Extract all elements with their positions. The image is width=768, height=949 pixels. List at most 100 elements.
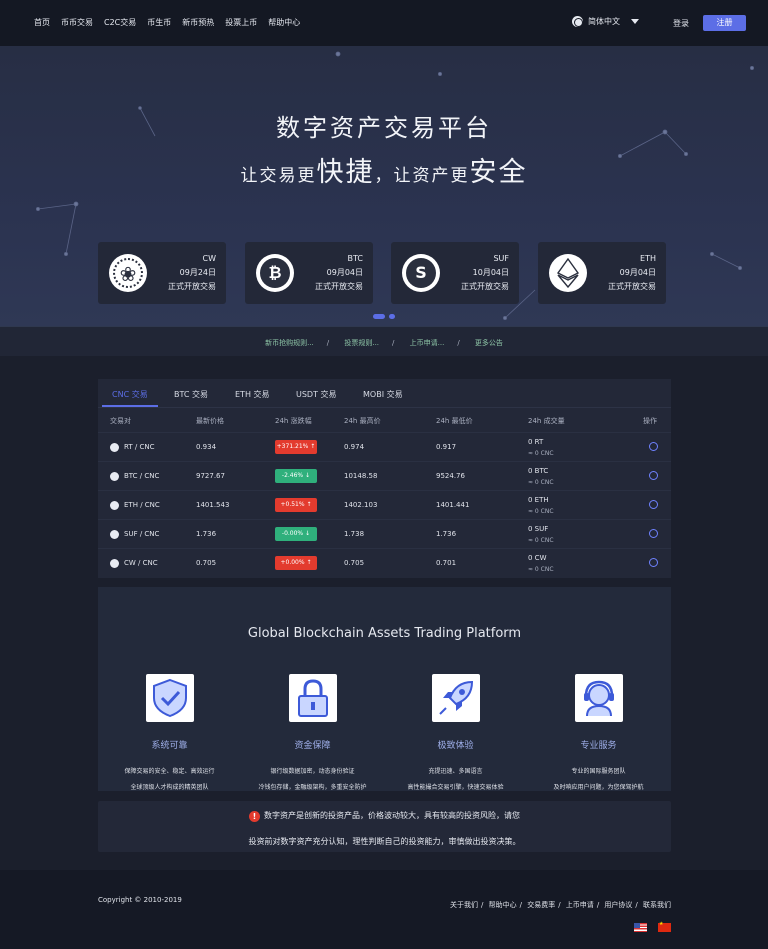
coin-card-eth[interactable]: ETH 09月04日 正式开放交易 bbox=[538, 242, 666, 304]
announcement-link[interactable]: 投票规则... bbox=[344, 339, 379, 347]
language-selector[interactable]: 简体中文 bbox=[572, 16, 639, 27]
coin-card-btc[interactable]: ₿ BTC 09月04日 正式开放交易 bbox=[245, 242, 373, 304]
footer: Copyright © 2010-2019 关于我们 / 帮助中心 / 交易费率 / … bbox=[0, 870, 768, 949]
trade-action-icon[interactable] bbox=[649, 442, 658, 451]
change-badge: -0.00% ↓ bbox=[275, 527, 317, 541]
tab-btc[interactable]: BTC 交易 bbox=[174, 389, 208, 400]
coin-card-cw[interactable]: ❀ CW 09月24日 正式开放交易 bbox=[98, 242, 226, 304]
cw-logo-icon: ❀ bbox=[109, 254, 147, 292]
feature-desc: 冷钱包存储，金融级架构，多重安全防护 bbox=[258, 784, 367, 791]
footer-link-help[interactable]: 帮助中心 bbox=[489, 901, 517, 909]
carousel-dot-active[interactable] bbox=[373, 314, 385, 319]
nav-links: 首页 币币交易 C2C交易 币生币 新币预热 投票上币 帮助中心 bbox=[34, 17, 300, 28]
high: 10148.58 bbox=[344, 472, 378, 480]
separator: / bbox=[326, 339, 330, 347]
coin-icon bbox=[110, 559, 119, 568]
top-nav: 首页 币币交易 C2C交易 币生币 新币预热 投票上币 帮助中心 简体中文 登录… bbox=[0, 0, 768, 46]
announcement-link[interactable]: 新币抢购规则... bbox=[265, 339, 314, 347]
hero-title: 数字资产交易平台 bbox=[276, 114, 492, 142]
coin-card-suf[interactable]: S SUF 10月04日 正式开放交易 bbox=[391, 242, 519, 304]
us-flag-icon[interactable] bbox=[634, 923, 647, 932]
table-row[interactable]: RT / CNC 0.934 +371.21% ↑ 0.974 0.917 0 … bbox=[98, 432, 671, 461]
trade-action-icon[interactable] bbox=[649, 529, 658, 538]
trade-action-icon[interactable] bbox=[649, 558, 658, 567]
col-price: 最新价格 bbox=[196, 417, 224, 425]
support-agent-icon bbox=[574, 674, 623, 722]
trade-action-icon[interactable] bbox=[649, 500, 658, 509]
coin-card-text: BTC 09月04日 正式开放交易 bbox=[315, 252, 363, 294]
change-badge: +0.51% ↑ bbox=[275, 498, 317, 512]
ethereum-icon bbox=[549, 254, 587, 292]
pair: RT / CNC bbox=[124, 443, 155, 451]
change-badge: +0.00% ↑ bbox=[275, 556, 317, 570]
hero-subtitle: 让交易更快捷，让资产更安全 bbox=[0, 150, 768, 189]
change-value: +0.51% bbox=[280, 501, 305, 508]
col-change: 24h 涨跌幅 bbox=[275, 417, 312, 425]
feature-name: 系统可靠 bbox=[151, 741, 188, 751]
nav-new-coin[interactable]: 新币预热 bbox=[182, 17, 214, 28]
feature-desc: 全球顶级人才构成的精英团队 bbox=[130, 784, 209, 791]
feature-desc: 保障交易的安全、稳定、高效运行 bbox=[124, 768, 215, 775]
hero-banner: 数字资产交易平台 让交易更快捷，让资产更安全 ❀ CW 09月24日 正式开放交… bbox=[0, 46, 768, 326]
coin-card-text: SUF 10月04日 正式开放交易 bbox=[461, 252, 509, 294]
login-link[interactable]: 登录 bbox=[673, 18, 689, 29]
active-tab-indicator bbox=[102, 405, 158, 407]
coin-icon bbox=[110, 443, 119, 452]
volume-cnc: ≈ 0 CNC bbox=[528, 508, 554, 515]
table-row[interactable]: BTC / CNC 9727.67 -2.46% ↓ 10148.58 9524… bbox=[98, 461, 671, 490]
table-row[interactable]: ETH / CNC 1401.543 +0.51% ↑ 1402.103 140… bbox=[98, 490, 671, 519]
footer-link-terms[interactable]: 用户协议 bbox=[604, 901, 632, 909]
nav-vote-listing[interactable]: 投票上币 bbox=[225, 17, 257, 28]
more-announcements-link[interactable]: 更多公告 bbox=[475, 339, 503, 347]
feature-desc: 专业的国际服务团队 bbox=[571, 768, 626, 775]
tab-cnc[interactable]: CNC 交易 bbox=[112, 389, 148, 400]
separator: / bbox=[392, 339, 395, 347]
col-volume: 24h 成交量 bbox=[528, 417, 565, 425]
coin-icon bbox=[110, 472, 119, 481]
globe-icon bbox=[572, 16, 583, 27]
announcement-link[interactable]: 上币申请... bbox=[410, 339, 445, 347]
nav-home[interactable]: 首页 bbox=[34, 17, 50, 28]
feature-name: 极致体验 bbox=[437, 741, 474, 751]
price: 1401.543 bbox=[196, 501, 230, 509]
table-row[interactable]: CW / CNC 0.705 +0.00% ↑ 0.705 0.701 0 CW… bbox=[98, 548, 671, 577]
coin-name: BTC bbox=[347, 254, 364, 263]
coin-card-text: ETH 09月04日 正式开放交易 bbox=[608, 252, 656, 294]
nav-c2c-trade[interactable]: C2C交易 bbox=[104, 17, 136, 28]
footer-link-listing[interactable]: 上币申请 bbox=[566, 901, 594, 909]
high: 0.705 bbox=[344, 559, 365, 567]
price: 0.705 bbox=[196, 559, 217, 567]
col-high: 24h 最高价 bbox=[344, 417, 381, 425]
tab-mobi[interactable]: MOBI 交易 bbox=[363, 389, 403, 400]
tab-usdt[interactable]: USDT 交易 bbox=[296, 389, 337, 400]
footer-link-contact[interactable]: 联系我们 bbox=[643, 901, 671, 909]
coin-card-text: CW 09月24日 正式开放交易 bbox=[168, 252, 216, 294]
volume: 0 SUF bbox=[528, 525, 549, 533]
footer-link-about[interactable]: 关于我们 bbox=[450, 901, 478, 909]
risk-warning: ! 数字资产是创新的投资产品，价格波动较大，具有较高的投资风险，请您 投资前对数字… bbox=[98, 801, 671, 852]
register-button[interactable]: 注册 bbox=[703, 15, 746, 31]
hero-subtitle-bold2: 安全 bbox=[469, 157, 528, 188]
announcement-links: 新币抢购规则... / 投票规则... / 上币申请... / 更多公告 bbox=[0, 338, 768, 348]
separator: / bbox=[596, 901, 600, 909]
coin-name: CW bbox=[202, 254, 217, 263]
copyright: Copyright © 2010-2019 bbox=[98, 896, 182, 904]
carousel-dot[interactable] bbox=[389, 314, 395, 319]
change-badge: -2.46% ↓ bbox=[275, 469, 317, 483]
change-badge: +371.21% ↑ bbox=[275, 440, 317, 454]
nav-coin-trade[interactable]: 币币交易 bbox=[61, 17, 93, 28]
nav-coin-earn[interactable]: 币生币 bbox=[147, 17, 171, 28]
footer-links: 关于我们 / 帮助中心 / 交易费率 / 上币申请 / 用户协议 / 联系我们 bbox=[450, 900, 671, 910]
high: 1402.103 bbox=[344, 501, 378, 509]
trade-action-icon[interactable] bbox=[649, 471, 658, 480]
tab-eth[interactable]: ETH 交易 bbox=[235, 389, 270, 400]
warning-icon: ! bbox=[249, 811, 260, 822]
bitcoin-icon: ₿ bbox=[256, 254, 294, 292]
volume: 0 RT bbox=[528, 438, 544, 446]
cn-flag-icon[interactable] bbox=[658, 921, 671, 932]
footer-link-fees[interactable]: 交易费率 bbox=[527, 901, 555, 909]
price: 0.934 bbox=[196, 443, 217, 451]
table-row[interactable]: SUF / CNC 1.736 -0.00% ↓ 1.738 1.736 0 S… bbox=[98, 519, 671, 548]
feature-name: 专业服务 bbox=[580, 741, 617, 751]
nav-help-center[interactable]: 帮助中心 bbox=[268, 17, 300, 28]
